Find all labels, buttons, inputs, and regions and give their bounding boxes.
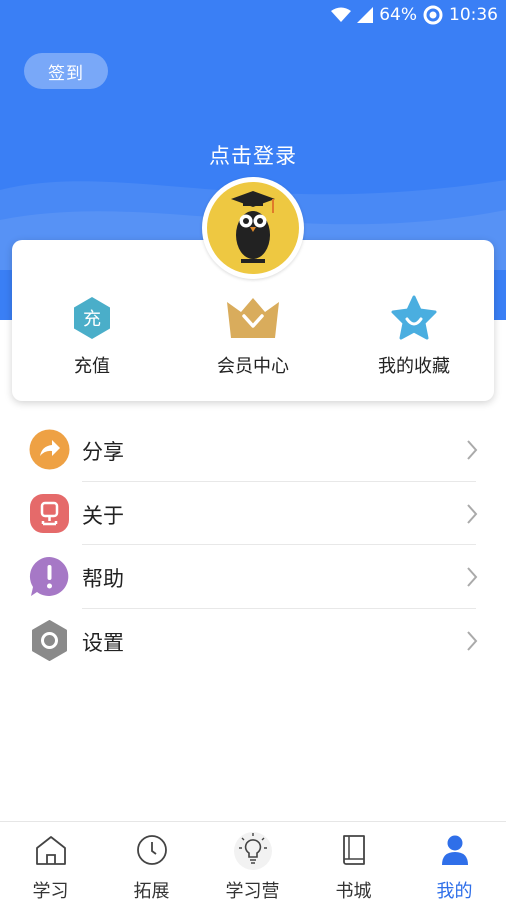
about-icon: [30, 493, 69, 533]
tab-label: 学习: [32, 881, 69, 900]
chevron-right-icon: [467, 440, 478, 460]
login-prompt-link[interactable]: 点击登录: [0, 140, 506, 170]
battery-saver-icon: [423, 5, 443, 25]
chevron-right-icon: [467, 630, 478, 651]
quick-action-label: 会员中心: [217, 356, 289, 377]
tab-label: 书城: [335, 881, 372, 900]
tab-mine[interactable]: 我的: [404, 822, 505, 900]
recharge-hexagon-icon: 充: [74, 297, 110, 339]
quick-action-recharge[interactable]: 充 充值: [22, 294, 162, 378]
signin-button[interactable]: 签到: [24, 53, 108, 89]
user-avatar[interactable]: [202, 177, 304, 279]
quick-action-vip-center[interactable]: 会员中心: [183, 294, 323, 378]
chevron-right-icon: [467, 503, 478, 524]
menu-item-share[interactable]: 分享: [0, 418, 506, 482]
help-icon: [29, 556, 69, 596]
menu-item-help[interactable]: 帮助: [0, 545, 506, 609]
menu-item-label: 帮助: [82, 567, 124, 591]
wifi-icon: [331, 7, 352, 22]
status-bar: 64% 10:36: [0, 0, 506, 32]
menu-item-about[interactable]: 关于: [0, 482, 506, 545]
quick-action-label: 充值: [74, 356, 110, 377]
battery-percent: 64%: [379, 5, 417, 25]
owl-graduate-icon: [231, 191, 275, 263]
settings-menu: 分享 关于 帮助 设置: [0, 418, 506, 672]
tab-label: 拓展: [133, 881, 170, 900]
menu-item-settings[interactable]: 设置: [0, 609, 506, 673]
tab-expand[interactable]: 拓展: [101, 822, 202, 900]
home-icon: [35, 836, 66, 865]
book-icon: [342, 835, 365, 865]
menu-item-label: 设置: [82, 630, 124, 655]
user-icon: [441, 835, 468, 865]
tab-label: 我的: [436, 881, 473, 900]
status-time: 10:36: [449, 5, 498, 25]
svg-text:充: 充: [83, 309, 101, 330]
share-icon: [29, 429, 70, 470]
bottom-tab-bar: 学习 拓展 学习营 书城 我的: [0, 821, 506, 900]
clock-icon: [136, 835, 167, 865]
star-icon: [391, 295, 437, 340]
bulb-icon: [233, 832, 272, 870]
menu-item-label: 关于: [82, 503, 124, 528]
chevron-right-icon: [467, 567, 478, 587]
settings-icon: [32, 619, 67, 661]
menu-item-label: 分享: [82, 440, 124, 464]
cellular-signal-icon: [357, 7, 374, 23]
tab-study[interactable]: 学习: [0, 822, 101, 900]
crown-icon: [227, 298, 279, 338]
quick-action-favorites[interactable]: 我的收藏: [344, 294, 484, 378]
tab-bookstore[interactable]: 书城: [303, 822, 404, 900]
tab-label: 学习营: [225, 881, 280, 900]
quick-action-label: 我的收藏: [378, 356, 450, 377]
tab-study-camp[interactable]: 学习营: [202, 822, 303, 900]
